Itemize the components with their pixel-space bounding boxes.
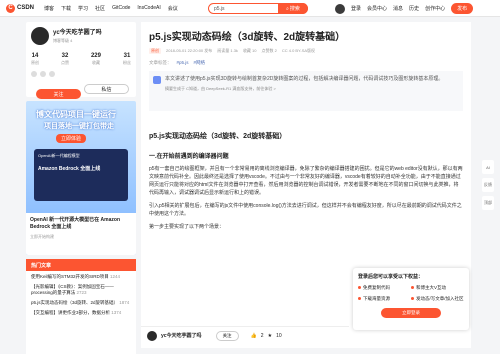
tags-label: 文章标签： xyxy=(149,60,172,65)
like-count: 2 xyxy=(260,332,264,339)
promo-banner[interactable]: 博文代码项目一键运行 项目落地一键打包带走 立即体验 OpenAI新一代编程模型… xyxy=(26,101,136,255)
search-input[interactable]: p5.js ⌕ 搜索 xyxy=(208,3,308,14)
avatar[interactable] xyxy=(335,3,345,14)
original-badge: 原创 xyxy=(149,48,161,54)
stat-favorites: 229 收藏 xyxy=(90,53,101,65)
login-popup: 登录后您可以享受以下权益： 免费复制代码 和博主大V互动 下载海量资源 发动态/… xyxy=(353,268,469,330)
badge-icon xyxy=(31,71,37,77)
thumbs-up-icon[interactable]: 👍 xyxy=(251,333,257,339)
like-count[interactable]: 点赞数 2 xyxy=(262,48,277,54)
author-avatar[interactable] xyxy=(31,27,49,45)
article-title: p5.js实现动态码绘（3d旋转、2d旋转基础） xyxy=(149,32,346,43)
nav-vip[interactable]: 会员中心 xyxy=(367,5,387,12)
search-icon: ⌕ xyxy=(286,5,289,12)
paragraph: 第一步主要实现了以下两个场景： xyxy=(149,224,225,230)
badge-icons xyxy=(31,71,131,77)
nav-item-download[interactable]: 下载 xyxy=(61,5,71,12)
nav-creator[interactable]: 创作中心 xyxy=(425,5,445,12)
nav-item-inscode[interactable]: InsCodeAI xyxy=(137,5,160,12)
user-nav: 登录 会员中心 消息 历史 创作中心 发布 xyxy=(335,3,474,14)
logo-text: CSDN xyxy=(17,5,35,11)
paragraph: 引入p5相关的扩展包后，在编写的js文件中使用console.log()方法去进… xyxy=(149,203,462,217)
ad-card: OpenAI新一代编程模型 Amazon Bedrock 全面上线 xyxy=(34,149,128,201)
search-button[interactable]: ⌕ 搜索 xyxy=(278,3,308,14)
benefit-list: 免费复制代码 和博主大V互动 下载海量资源 发动态/写文章/加入社区 xyxy=(358,285,464,302)
star-icon[interactable]: ★ xyxy=(268,333,272,339)
ai-icon xyxy=(153,76,161,84)
nav-history[interactable]: 历史 xyxy=(409,5,419,12)
feedback-button[interactable]: 反馈 xyxy=(482,178,494,192)
right-rail: AI 反馈 顶部 xyxy=(482,160,496,210)
hot-articles-header: 热门文章 xyxy=(26,259,136,271)
badge-icon xyxy=(40,71,46,77)
author-stats: 14 原创 32 点赞 229 收藏 31 粉丝 xyxy=(31,53,131,66)
benefit-item: 免费复制代码 xyxy=(358,285,411,291)
ad-cta[interactable]: 立即体验 xyxy=(56,134,87,143)
benefit-item: 发动态/写文章/加入社区 xyxy=(411,296,464,302)
license[interactable]: CC 4.0 BY-SA版权 xyxy=(282,48,315,54)
follow-button[interactable]: 关注 xyxy=(36,89,81,99)
badge-icon xyxy=(49,71,55,77)
left-sidebar: yc今天吃芋圆了吗 博客等级 4 14 原创 32 点赞 229 收藏 31 粉丝 关注… xyxy=(26,22,136,354)
benefit-item: 下载海量资源 xyxy=(358,296,411,302)
ai-assistant-button[interactable]: AI xyxy=(482,160,494,174)
search-value: p5.js xyxy=(214,5,225,12)
main-nav: 博客 下载 学习 社区 GitCode InsCodeAI 会议 xyxy=(44,5,178,12)
publish-date: 2018-05-01 22:20:00 发布 xyxy=(166,48,213,53)
stat-original: 14 原创 xyxy=(31,53,39,65)
section-heading: p5.js实现动态码绘（3d旋转、2d旋转基础） xyxy=(149,133,287,140)
list-item[interactable]: 【光影编辑】《CS教》：案例加固宝石——processing的量子算法 2723 xyxy=(31,284,131,296)
article-tags: 文章标签： #p5.js #网络 xyxy=(149,60,463,66)
back-to-top-button[interactable]: 顶部 xyxy=(482,196,494,210)
hot-articles: 热门文章 使用Keil编写的STM32开发的SIRD项目 1244 【光影编辑】… xyxy=(26,259,136,354)
ai-summary: 本文讲述了使用p5.js实现3D旋转与绘制首复杂2D旋转图案的过程，包括解决编译… xyxy=(149,71,463,111)
ad-card-line2: Amazon Bedrock 全面上线 xyxy=(38,166,101,172)
favorite-count: 10 xyxy=(276,332,282,339)
ad-footer[interactable]: OpenAI 新一代开源大模型已在 Amazon Bedrock 全面上线 立即… xyxy=(26,213,136,255)
subsection-heading: 一.在开始前遇到的编译器问题 xyxy=(149,154,229,160)
stat-fans: 31 粉丝 xyxy=(122,53,131,65)
stat-likes: 32 点赞 xyxy=(60,53,69,65)
search-button-label: 搜索 xyxy=(289,6,300,12)
author-name[interactable]: yc今天吃芋圆了吗 xyxy=(161,332,202,339)
author-avatar[interactable] xyxy=(147,330,157,341)
summary-text: 本文讲述了使用p5.js实现3D旋转与绘制首复杂2D旋转图案的过程，包括解决编译… xyxy=(165,76,444,82)
top-nav-bar: C CSDN 博客 下载 学习 社区 GitCode InsCodeAI 会议 … xyxy=(0,0,500,17)
author-card: yc今天吃芋圆了吗 博客等级 4 14 原创 32 点赞 229 收藏 31 粉丝 关注… xyxy=(26,22,136,99)
nav-item-community[interactable]: 社区 xyxy=(95,5,105,12)
nav-messages[interactable]: 消息 xyxy=(393,5,403,12)
logo-icon: C xyxy=(6,3,15,13)
nav-item-blog[interactable]: 博客 xyxy=(44,5,54,12)
message-button[interactable]: 私信 xyxy=(84,84,129,94)
list-item[interactable]: 【交互编程】讲更作业3部分，数据分析 1374 xyxy=(31,310,131,316)
list-item[interactable]: p5.js实现动态码绘（3d旋转、2d旋转基础） 1874 xyxy=(31,300,131,306)
nav-login[interactable]: 登录 xyxy=(351,5,361,12)
benefit-item: 和博主大V互动 xyxy=(411,285,464,291)
author-bottom-bar: yc今天吃芋圆了吗 关注 👍 2 ★ 10 xyxy=(141,326,349,344)
author-level: 博客等级 4 xyxy=(53,38,73,43)
popup-header: 登录后您可以享受以下权益： xyxy=(358,274,424,280)
list-item[interactable]: 使用Keil编写的STM32开发的SIRD项目 1244 xyxy=(31,274,131,280)
paragraph: p5有一套自己的绘图框架，并且有一个非常易用的离线浏览编译器，免除了繁杂的编译器… xyxy=(149,166,463,196)
article-meta: 原创 2018-05-01 22:20:00 发布 阅读量 1.3k 收藏 10… xyxy=(149,48,463,54)
summary-footer[interactable]: 摘要生成于 C知道，由 DeepSeek-R1 满血版支持，前往体验 > xyxy=(165,85,443,93)
follow-button[interactable]: 关注 xyxy=(215,330,239,341)
tag-link[interactable]: #网络 xyxy=(194,60,206,66)
favorite-count[interactable]: 收藏 10 xyxy=(243,48,257,54)
ad-title: 博文代码项目一键运行 xyxy=(36,110,116,119)
csdn-logo[interactable]: C CSDN xyxy=(6,3,36,13)
ad-subtitle: 项目落地一键打包带走 xyxy=(44,123,114,130)
ad-card-line1: OpenAI新一代编程模型 xyxy=(38,153,80,158)
login-button[interactable]: 立即登录 xyxy=(381,308,441,318)
nav-item-meeting[interactable]: 会议 xyxy=(168,5,178,12)
nav-item-gitcode[interactable]: GitCode xyxy=(112,5,130,12)
nav-item-learn[interactable]: 学习 xyxy=(78,5,88,12)
ad-footer-link[interactable]: 立即开始构建 xyxy=(30,233,132,240)
ad-footer-text: OpenAI 新一代开源大模型已在 Amazon Bedrock 全面上线 xyxy=(30,217,121,230)
publish-button[interactable]: 发布 xyxy=(451,3,474,14)
author-name[interactable]: yc今天吃芋圆了吗 xyxy=(53,27,102,36)
read-count: 阅读量 1.3k xyxy=(217,48,238,53)
tag-link[interactable]: #p5.js xyxy=(177,60,189,66)
